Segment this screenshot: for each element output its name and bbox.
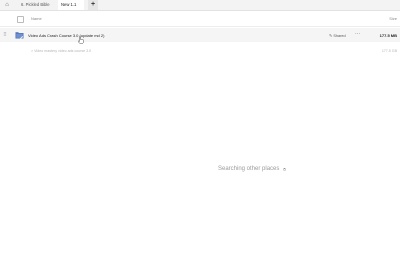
table-row[interactable]: ⠿ Video Ads Crash Course 3.0 (update md …	[0, 28, 400, 44]
file-size: 177.5 MB	[379, 32, 397, 38]
name-column-header[interactable]: Name	[31, 16, 42, 21]
sub-entry-row[interactable]: > Video mastery video ads course 3.0 177…	[0, 47, 400, 55]
home-icon[interactable]: ⌂	[3, 1, 11, 9]
tab-label: New 1.1	[61, 2, 77, 7]
more-options-button[interactable]: ···	[355, 31, 361, 37]
select-all-checkbox[interactable]	[17, 16, 24, 23]
drag-handle-icon[interactable]: ⠿	[3, 31, 7, 39]
size-column-header[interactable]: Size	[389, 16, 397, 21]
add-tab-button[interactable]: +	[88, 0, 98, 10]
file-name[interactable]: Video Ads Crash Course 3.0 (update md 2)	[28, 33, 104, 38]
tab-label: 6. Pickled Bible	[21, 2, 50, 7]
shared-label: Shared	[333, 33, 346, 38]
shared-folder-icon	[15, 32, 24, 39]
sub-entry-path[interactable]: > Video mastery video ads course 3.0	[31, 49, 91, 53]
tab-bar: ⌂ 6. Pickled Bible New 1.1 +	[0, 0, 400, 11]
searching-status: Searching other places	[218, 166, 280, 172]
pencil-icon: ✎	[329, 32, 333, 38]
column-header: Name Size	[0, 12, 400, 27]
tab-pickled-bible[interactable]: 6. Pickled Bible	[18, 0, 58, 10]
tab-new-1-1[interactable]: New 1.1	[58, 0, 84, 10]
sub-entry-size: 177.5 GB	[381, 48, 397, 53]
mouse-cursor-icon	[78, 36, 84, 44]
share-button[interactable]: ✎Shared	[329, 33, 346, 38]
loading-spinner-icon	[283, 168, 286, 171]
